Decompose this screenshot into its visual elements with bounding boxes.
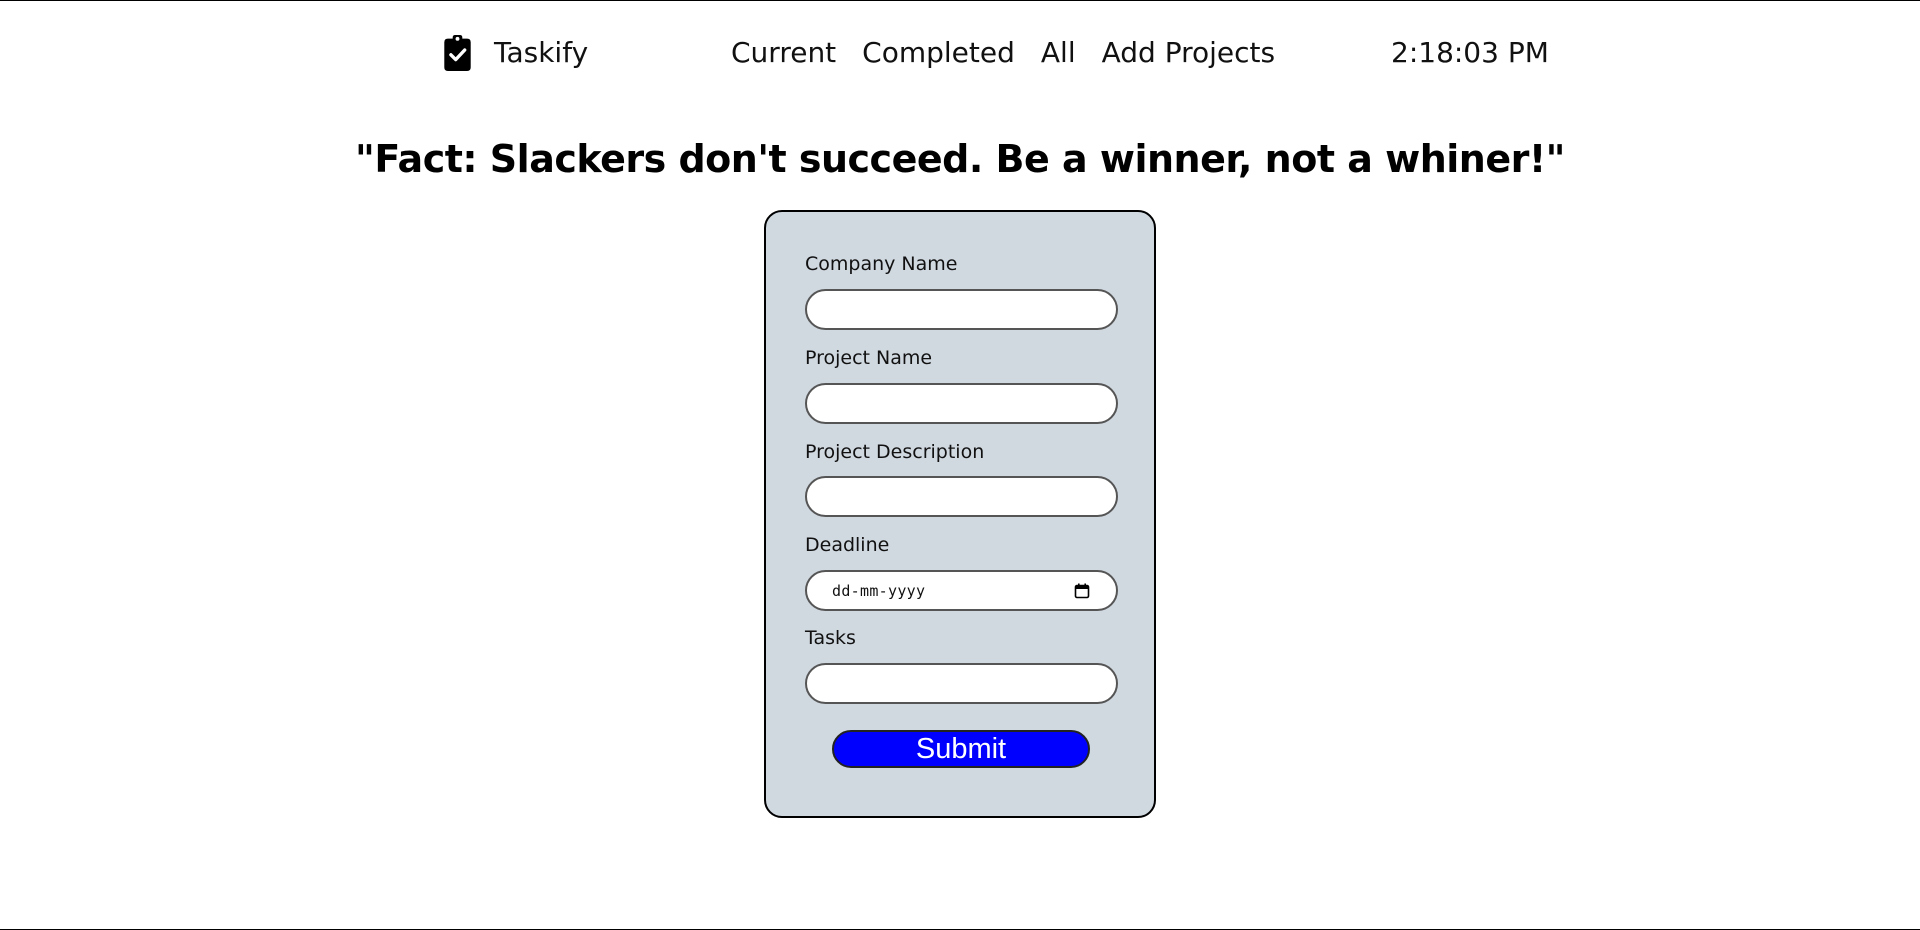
motivational-quote: "Fact: Slackers don't succeed. Be a winn… <box>355 137 1565 181</box>
deadline-placeholder: dd-mm-yyyy <box>832 581 926 600</box>
nav-link-add-projects[interactable]: Add Projects <box>1102 35 1276 71</box>
calendar-icon[interactable] <box>1074 583 1090 599</box>
page: Taskify Current Completed All Add Projec… <box>0 0 1920 930</box>
navbar: Taskify Current Completed All Add Projec… <box>0 1 1920 105</box>
nav-link-completed[interactable]: Completed <box>862 35 1015 71</box>
deadline-date-input[interactable]: dd-mm-yyyy <box>805 570 1118 611</box>
brand-name: Taskify <box>494 36 589 69</box>
clock: 2:18:03 PM <box>1391 36 1549 69</box>
nav-link-current[interactable]: Current <box>731 35 836 71</box>
tasks-input[interactable] <box>805 663 1118 704</box>
tasks-label: Tasks <box>805 627 856 649</box>
company-name-input[interactable] <box>805 289 1118 330</box>
project-name-input[interactable] <box>805 383 1118 424</box>
project-description-input[interactable] <box>805 476 1118 517</box>
clipboard-check-icon <box>444 35 471 71</box>
nav-link-all[interactable]: All <box>1041 35 1076 71</box>
company-name-label: Company Name <box>805 253 958 275</box>
add-project-form: Company Name Project Name Project Descri… <box>764 210 1156 818</box>
nav-links: Current Completed All Add Projects <box>731 35 1275 71</box>
project-description-label: Project Description <box>805 441 985 463</box>
deadline-label: Deadline <box>805 534 890 556</box>
project-name-label: Project Name <box>805 347 933 369</box>
submit-button[interactable]: Submit <box>832 730 1090 768</box>
brand[interactable]: Taskify <box>443 35 588 71</box>
